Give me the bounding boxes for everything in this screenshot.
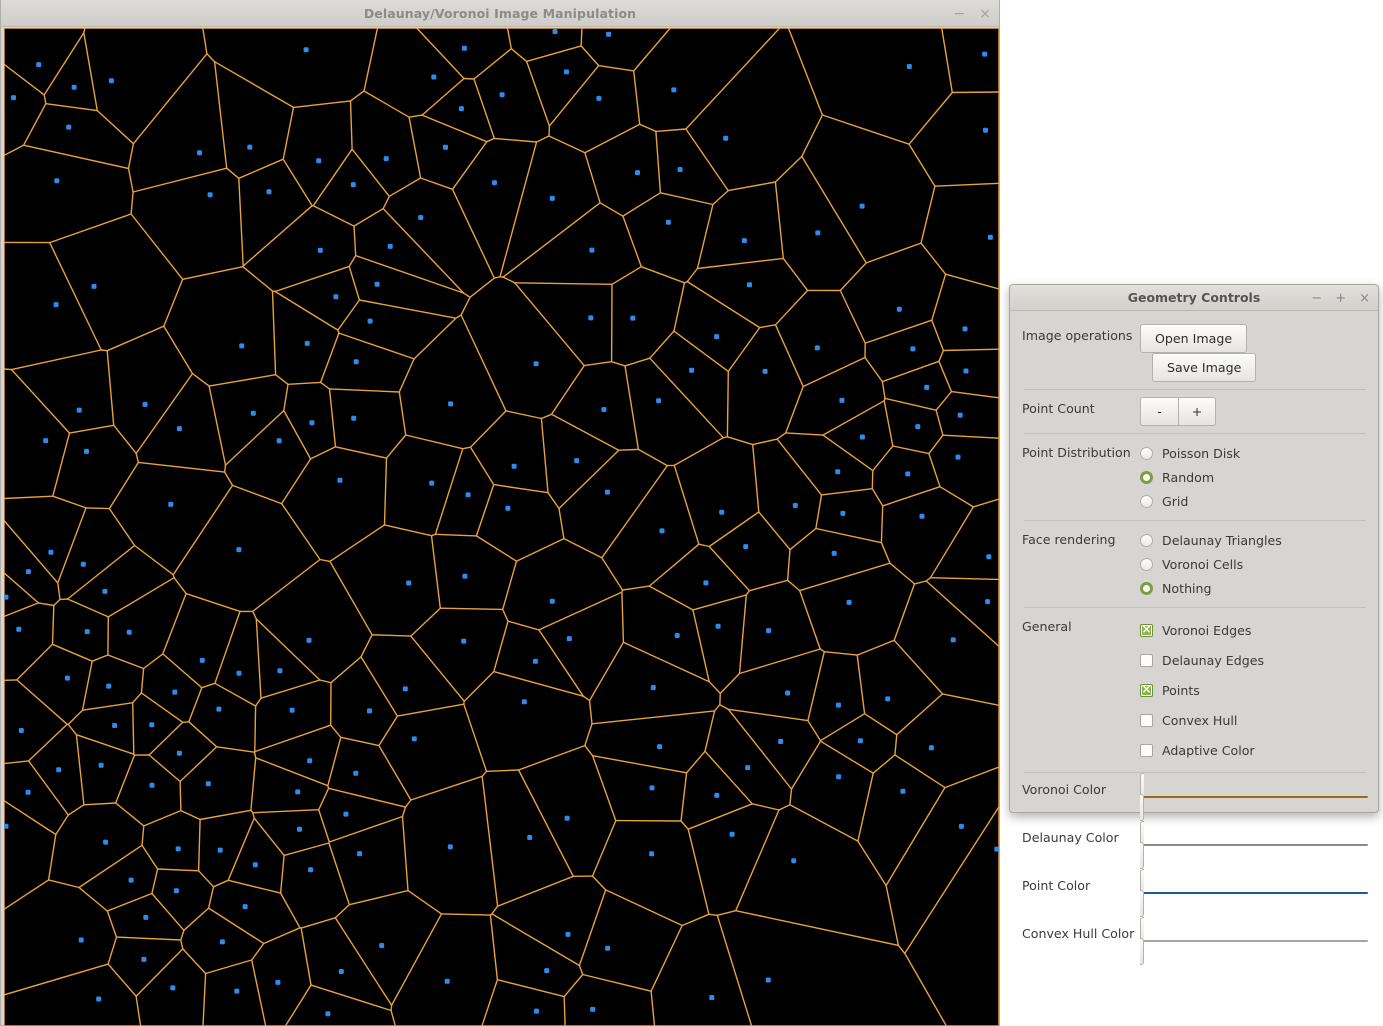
dialog-minimize-icon[interactable]: − [1311, 292, 1322, 305]
open-image-button[interactable]: Open Image [1140, 324, 1248, 353]
point-color-control [1140, 869, 1368, 917]
convex-hull-color-swatch[interactable] [1140, 917, 1368, 965]
point-count-decrement-button[interactable]: - [1140, 397, 1178, 426]
minimize-icon[interactable]: − [954, 7, 966, 21]
dialog-title: Geometry Controls [1127, 290, 1261, 305]
radio-icon [1140, 533, 1153, 547]
dialog-window-controls: − + × [1311, 285, 1370, 311]
checkbox-label: Delaunay Edges [1162, 652, 1265, 668]
main-window-controls: − × [954, 0, 991, 27]
checkbox-convex-hull[interactable]: Convex Hull [1140, 705, 1300, 735]
radio-random[interactable]: Random [1140, 465, 1368, 489]
radio-label: Poisson Disk [1162, 445, 1241, 461]
point-count-increment-button[interactable]: + [1178, 397, 1216, 426]
face-rendering-options: Delaunay Triangles Voronoi Cells Nothing [1140, 528, 1368, 600]
swatch-fill [1140, 796, 1368, 798]
point-distribution-row: Point Distribution Poisson Disk Random G… [1022, 434, 1368, 520]
voronoi-color-control [1140, 773, 1368, 821]
point-count-stepper: - + [1140, 397, 1368, 426]
radio-voronoi-cells[interactable]: Voronoi Cells [1140, 552, 1368, 576]
point-color-label: Point Color [1022, 878, 1091, 893]
save-image-button[interactable]: Save Image [1152, 353, 1257, 382]
checkbox-label: Convex Hull [1162, 712, 1238, 728]
main-window-titlebar[interactable]: Delaunay/Voronoi Image Manipulation − × [1, 0, 999, 27]
swatch-fill [1140, 892, 1368, 894]
voronoi-canvas[interactable] [4, 28, 999, 1026]
radio-label: Voronoi Cells [1162, 556, 1244, 572]
face-rendering-row: Face rendering Delaunay Triangles Vorono… [1022, 521, 1368, 607]
delaunay-color-row: Delaunay Color [1022, 821, 1368, 869]
radio-label: Grid [1162, 493, 1189, 509]
checkbox-label: Points [1162, 682, 1200, 698]
checkbox-label: Voronoi Edges [1162, 622, 1252, 638]
convex-hull-color-row: Convex Hull Color [1022, 917, 1368, 965]
point-distribution-options: Poisson Disk Random Grid [1140, 441, 1368, 513]
face-rendering-label: Face rendering [1022, 532, 1116, 547]
point-count-label: Point Count [1022, 401, 1095, 416]
radio-label: Nothing [1162, 580, 1212, 596]
checkbox-icon [1140, 743, 1153, 757]
radio-icon [1140, 446, 1153, 460]
dialog-close-icon[interactable]: × [1359, 292, 1370, 305]
checkbox-icon [1140, 713, 1153, 727]
image-operations-controls: Open Image Save Image [1140, 324, 1368, 382]
radio-grid[interactable]: Grid [1140, 489, 1368, 513]
swatch-fill [1140, 940, 1368, 942]
delaunay-color-label: Delaunay Color [1022, 830, 1119, 845]
convex-hull-color-control [1140, 917, 1368, 965]
main-window: Delaunay/Voronoi Image Manipulation − × [0, 0, 1000, 1026]
point-count-row: Point Count - + [1022, 390, 1368, 433]
radio-nothing[interactable]: Nothing [1140, 576, 1368, 600]
voronoi-color-swatch[interactable] [1140, 773, 1368, 821]
image-operations-row: Image operations Open Image Save Image [1022, 317, 1368, 389]
delaunay-color-control [1140, 821, 1368, 869]
convex-hull-color-label: Convex Hull Color [1022, 926, 1135, 941]
swatch-fill [1140, 844, 1368, 846]
checkbox-label: Adaptive Color [1162, 742, 1255, 758]
dialog-titlebar[interactable]: Geometry Controls − + × [1010, 285, 1378, 311]
voronoi-color-label: Voronoi Color [1022, 782, 1107, 797]
point-color-row: Point Color [1022, 869, 1368, 917]
radio-label: Delaunay Triangles [1162, 532, 1282, 548]
close-icon[interactable]: × [979, 7, 991, 21]
voronoi-color-row: Voronoi Color [1022, 773, 1368, 821]
checkbox-icon [1140, 682, 1153, 697]
dialog-body: Image operations Open Image Save Image P… [1010, 311, 1378, 975]
dialog-maximize-icon[interactable]: + [1335, 292, 1346, 305]
voronoi-diagram [4, 28, 999, 1026]
general-row: General Voronoi Edges Delaunay Edges Poi… [1022, 608, 1368, 772]
point-count-controls: - + [1140, 397, 1368, 426]
checkbox-icon [1140, 653, 1153, 667]
main-window-title: Delaunay/Voronoi Image Manipulation [363, 5, 637, 21]
checkbox-points[interactable]: Points [1140, 675, 1260, 705]
checkbox-voronoi-edges[interactable]: Voronoi Edges [1140, 615, 1260, 645]
checkbox-icon [1140, 622, 1153, 637]
radio-label: Random [1162, 469, 1215, 485]
radio-icon [1140, 470, 1153, 484]
general-checkboxes: Voronoi Edges Delaunay Edges Points Conv… [1140, 615, 1368, 765]
point-distribution-label: Point Distribution [1022, 445, 1131, 460]
checkbox-adaptive-color[interactable]: Adaptive Color [1140, 735, 1300, 765]
radio-icon [1140, 581, 1153, 595]
radio-poisson-disk[interactable]: Poisson Disk [1140, 441, 1368, 465]
radio-icon [1140, 494, 1153, 508]
point-color-swatch[interactable] [1140, 869, 1368, 917]
radio-delaunay-triangles[interactable]: Delaunay Triangles [1140, 528, 1368, 552]
radio-icon [1140, 557, 1153, 571]
general-label: General [1022, 619, 1072, 634]
geometry-controls-dialog: Geometry Controls − + × Image operations… [1009, 284, 1379, 965]
checkbox-delaunay-edges[interactable]: Delaunay Edges [1140, 645, 1300, 675]
image-operations-label: Image operations [1022, 328, 1133, 343]
delaunay-color-swatch[interactable] [1140, 821, 1368, 869]
